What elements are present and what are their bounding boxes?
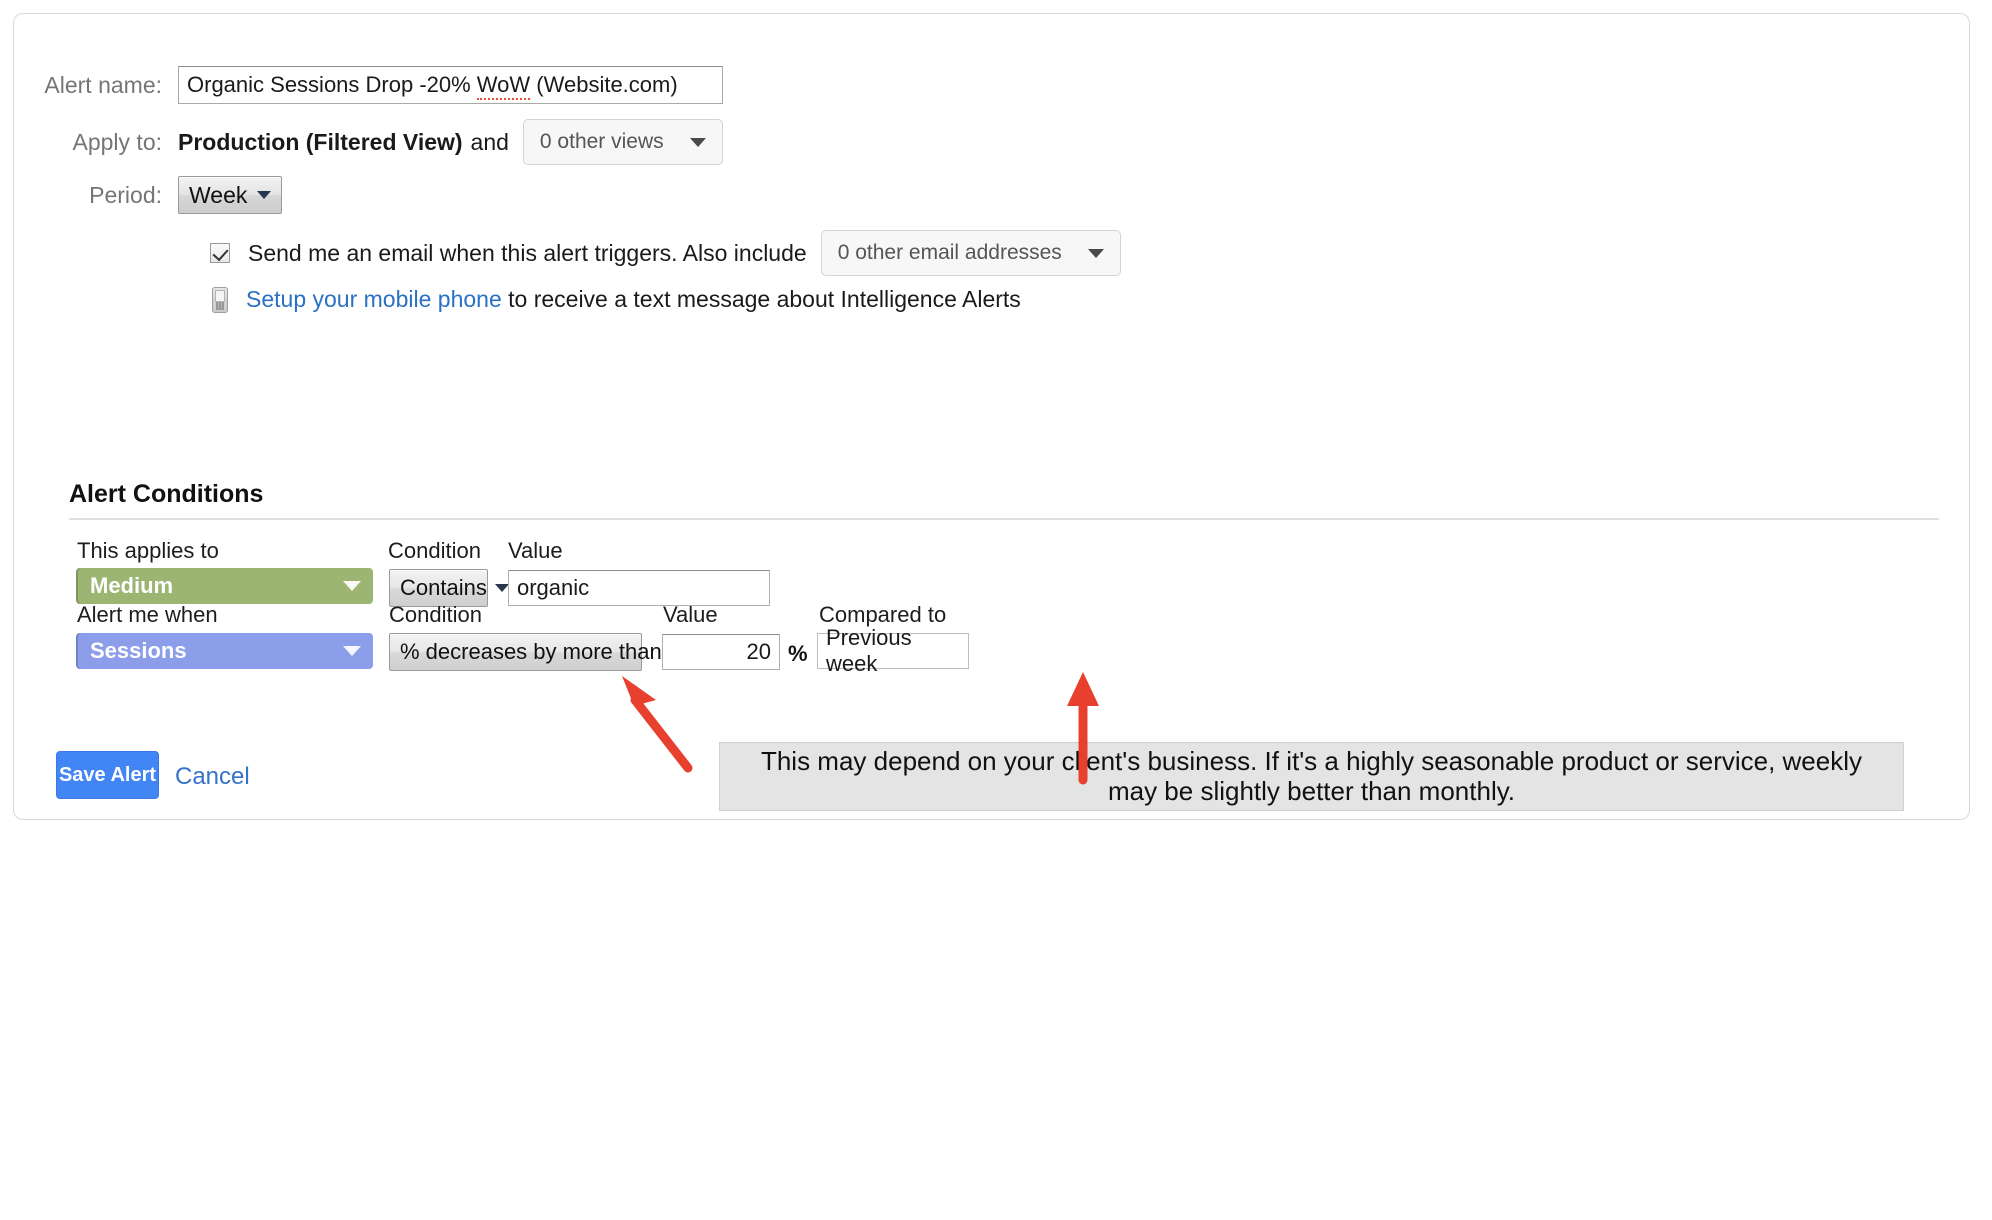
alert-name-value-part2: (Website.com)	[530, 72, 678, 97]
mobile-phone-text: Setup your mobile phone to receive a tex…	[246, 286, 1021, 313]
condition-value-row2: % decreases by more than	[400, 639, 662, 664]
save-alert-button[interactable]: Save Alert	[56, 751, 159, 799]
percent-symbol: %	[788, 641, 808, 666]
value-input-row1[interactable]: organic	[508, 570, 770, 606]
condition-dropdown-decreases[interactable]: % decreases by more than	[389, 633, 686, 671]
mobile-phone-row: Setup your mobile phone to receive a tex…	[14, 286, 1969, 313]
setup-mobile-phone-link[interactable]: Setup your mobile phone	[246, 286, 502, 312]
dimension-dropdown-medium[interactable]: Medium	[76, 568, 373, 604]
chevron-down-icon	[494, 584, 509, 592]
period-label: Period:	[89, 181, 162, 208]
other-emails-dropdown[interactable]: 0 other email addresses	[820, 230, 1121, 276]
alert-name-row: Alert name: Organic Sessions Drop -20% W…	[14, 66, 1969, 104]
apply-to-view-name: Production (Filtered View) and	[178, 129, 509, 156]
mobile-phone-rest-text: to receive a text message about Intellig…	[508, 286, 1021, 312]
mobile-phone-icon	[212, 286, 228, 313]
section-divider	[69, 518, 1939, 520]
threshold-value-text: 20	[746, 639, 771, 664]
dimension-value: Medium	[90, 573, 174, 598]
alert-name-label: Alert name:	[44, 71, 162, 98]
chevron-down-icon	[1087, 248, 1104, 258]
view-name-text: Production (Filtered View)	[178, 128, 463, 155]
this-applies-to-label: This applies to	[77, 538, 219, 563]
other-emails-label: 0 other email addresses	[837, 241, 1062, 264]
condition-label-row2: Condition	[389, 602, 482, 627]
apply-to-label: Apply to:	[72, 128, 163, 155]
alert-me-when-label: Alert me when	[77, 602, 218, 627]
apply-to-conjunction: and	[470, 128, 509, 155]
alert-conditions-title: Alert Conditions	[69, 480, 264, 508]
metric-dropdown-sessions[interactable]: Sessions	[76, 633, 373, 669]
alert-name-value-part1: Organic Sessions Drop -20%	[187, 72, 477, 97]
alert-settings-panel: Alert name: Organic Sessions Drop -20% W…	[13, 13, 1970, 820]
annotation-text: This may depend on your client's busines…	[760, 746, 1863, 806]
chevron-down-icon	[343, 646, 361, 656]
cancel-link[interactable]: Cancel	[175, 763, 250, 791]
condition-label-row1: Condition	[388, 538, 481, 563]
alert-name-input[interactable]: Organic Sessions Drop -20% WoW (Website.…	[178, 66, 723, 104]
screenshot-root: Alert name: Organic Sessions Drop -20% W…	[0, 0, 1992, 1220]
annotation-callout: This may depend on your client's busines…	[719, 742, 1904, 811]
condition-value-row1: Contains	[400, 575, 487, 600]
apply-to-row: Apply to: Production (Filtered View) and …	[14, 119, 1969, 165]
period-dropdown[interactable]: Week	[178, 176, 283, 214]
other-views-label: 0 other views	[539, 130, 664, 153]
compared-to-value: Previous week	[826, 625, 912, 676]
value-label-row2: Value	[663, 602, 718, 627]
chevron-down-icon	[343, 581, 361, 591]
send-email-label: Send me an email when this alert trigger…	[248, 239, 807, 266]
alert-name-spellcheck-word: WoW	[476, 72, 531, 100]
period-row: Period: Week	[14, 176, 1969, 214]
other-views-dropdown[interactable]: 0 other views	[522, 119, 723, 165]
period-value: Week	[189, 181, 248, 208]
chevron-down-icon	[689, 137, 706, 147]
value-label-row1: Value	[508, 538, 563, 563]
compared-to-field[interactable]: Previous week	[817, 625, 969, 676]
chevron-down-icon	[257, 191, 272, 199]
value-row1-text: organic	[517, 575, 590, 600]
threshold-value-input[interactable]: 20	[662, 634, 780, 670]
send-email-checkbox[interactable]	[210, 243, 230, 263]
email-notification-row: Send me an email when this alert trigger…	[14, 230, 1969, 276]
metric-value: Sessions	[90, 638, 187, 663]
